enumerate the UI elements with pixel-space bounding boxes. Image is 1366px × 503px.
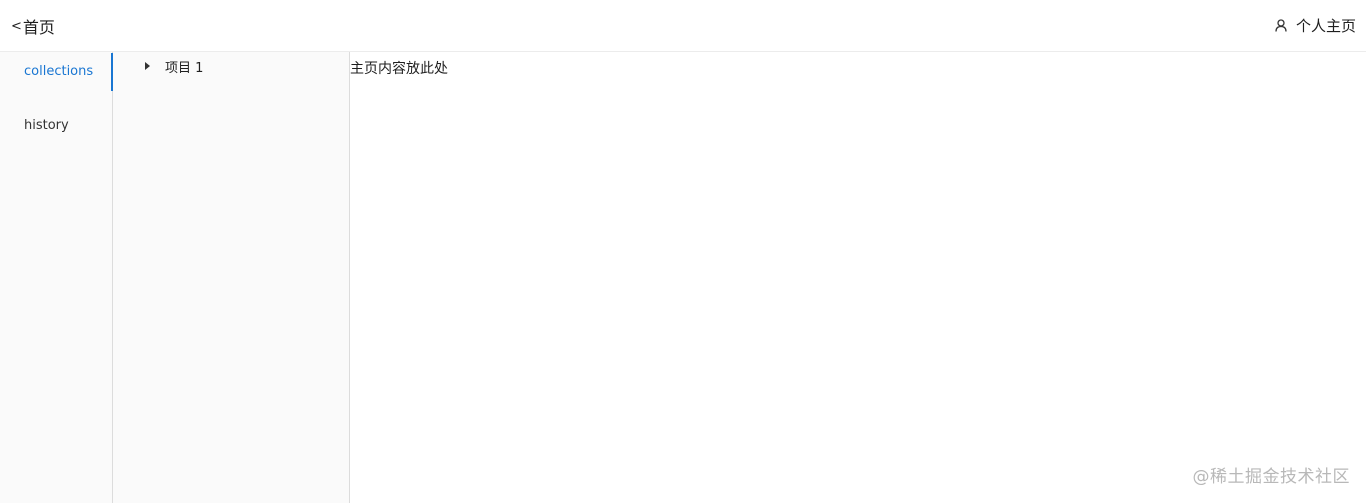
main-content-text: 主页内容放此处 bbox=[350, 61, 448, 77]
sidebar-item-label: history bbox=[24, 118, 69, 133]
chevron-left-icon: < bbox=[11, 18, 22, 34]
app-header: < 首页 个人主页 bbox=[0, 0, 1366, 52]
watermark: @稀土掘金技术社区 bbox=[1192, 467, 1350, 487]
sidebar-item-label: collections bbox=[24, 64, 94, 79]
main-content: 主页内容放此处 @稀土掘金技术社区 bbox=[350, 52, 1366, 503]
back-home-link[interactable]: < 首页 bbox=[11, 14, 55, 38]
tree-panel: 项目 1 bbox=[113, 52, 350, 503]
sidebar-item-collections[interactable]: collections bbox=[0, 53, 113, 91]
sidebar: collections history bbox=[0, 52, 113, 503]
profile-link[interactable]: 个人主页 bbox=[1275, 15, 1356, 36]
caret-right-icon[interactable] bbox=[145, 62, 150, 70]
sidebar-item-history[interactable]: history bbox=[0, 107, 113, 145]
tree-node[interactable]: 项目 1 bbox=[145, 57, 204, 76]
user-icon bbox=[1275, 19, 1287, 32]
profile-label: 个人主页 bbox=[1295, 17, 1356, 35]
tree-node-label: 项目 1 bbox=[165, 60, 204, 76]
back-home-label: 首页 bbox=[22, 18, 55, 37]
